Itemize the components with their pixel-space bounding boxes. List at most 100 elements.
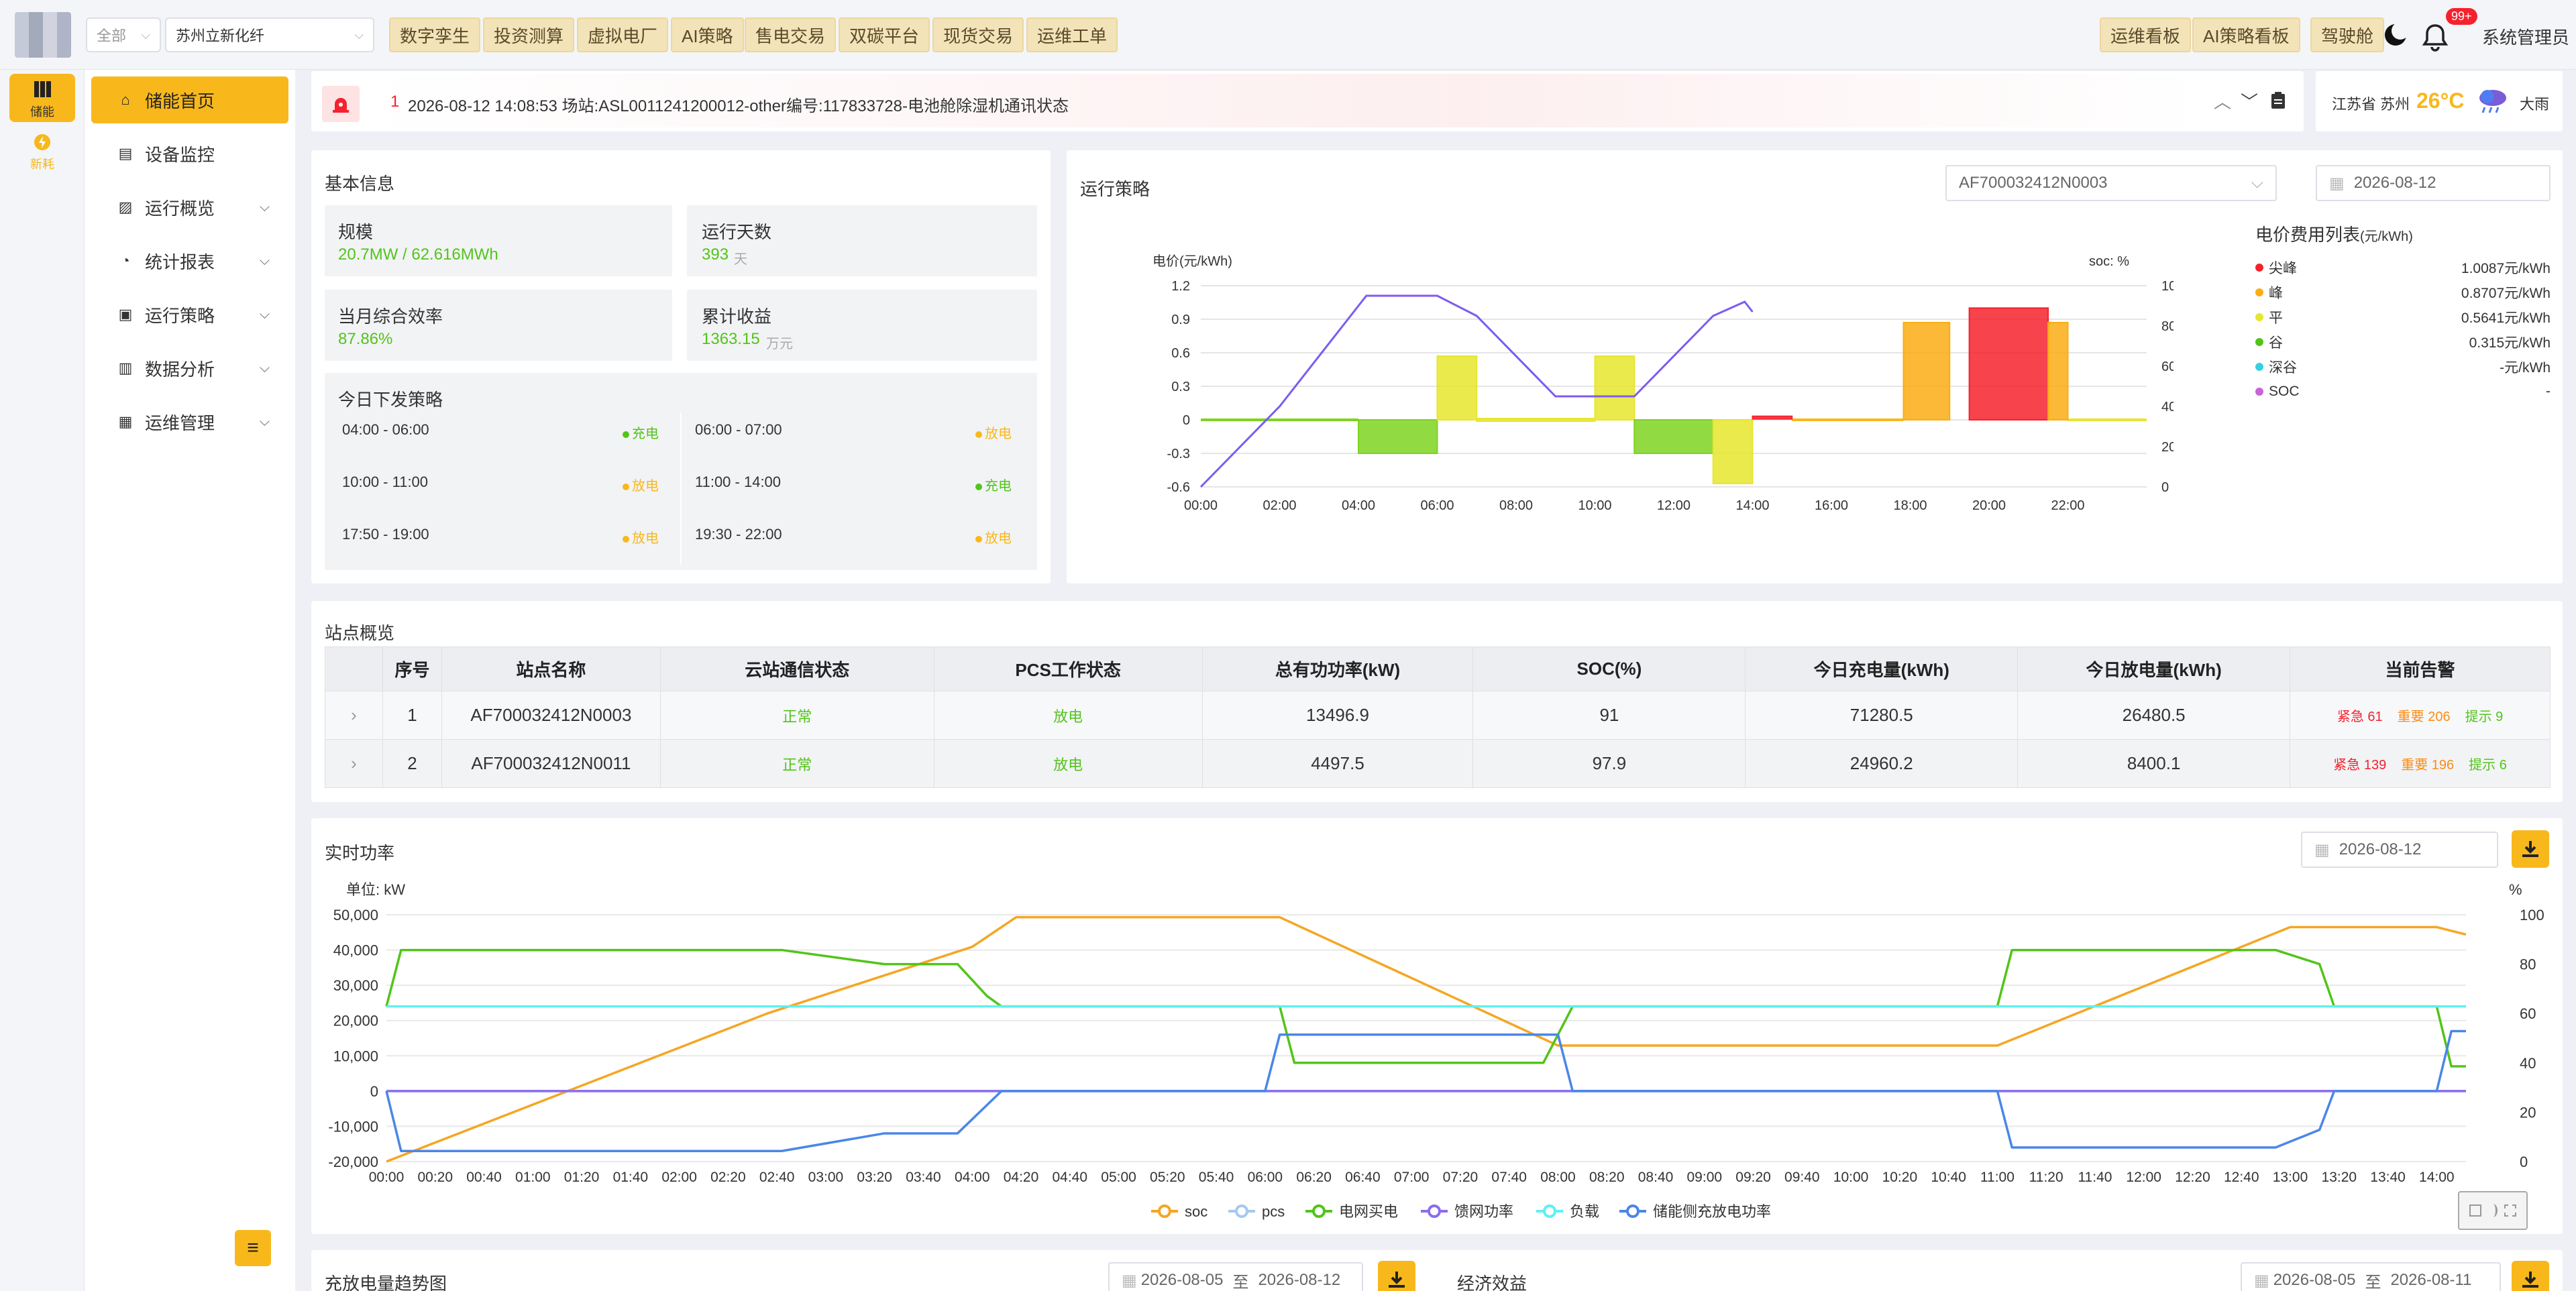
nav-button[interactable]: 售电交易	[745, 17, 837, 52]
x-tick-label: 13:00	[2273, 1170, 2308, 1185]
price-legend-item[interactable]: 谷 0.315元/kWh	[2255, 332, 2551, 352]
nav-button[interactable]: 投资测算	[483, 17, 575, 52]
nav-right-button[interactable]: 运维看板	[2100, 17, 2192, 52]
sidebar-item[interactable]: ◔ 统计报表 ⌵	[91, 237, 288, 284]
strategy-mode-label: 放电	[985, 531, 1012, 546]
expand-row-icon[interactable]: ›	[325, 691, 383, 740]
monitor-icon: ▤	[118, 145, 133, 162]
table-header-cell: SOC(%)	[1472, 647, 1746, 691]
economic-download-button[interactable]	[2512, 1261, 2549, 1291]
y-axis-label: 电价(元/kWh)	[1152, 254, 1232, 269]
scale-label: 规模	[338, 222, 374, 242]
basic-info-title: 基本信息	[325, 174, 395, 194]
company-select[interactable]: 苏州立新化纤 ⌵	[165, 17, 374, 52]
pie-icon: ◔	[121, 252, 130, 269]
chevron-down-icon[interactable]: ﹀	[2241, 89, 2258, 113]
nav-right-button[interactable]: AI策略看板	[2192, 17, 2300, 52]
x-tick-label: 11:40	[2078, 1170, 2112, 1185]
trend-date-range[interactable]: ▦ 2026-08-05 至 2026-08-12	[1108, 1262, 1363, 1291]
legend-label: 电网买电	[1339, 1203, 1398, 1220]
table-cell-no: 1	[382, 691, 442, 740]
table-header-cell: 今日放电量(kWh)	[2017, 647, 2291, 691]
strategy-mode-label: 放电	[632, 479, 659, 494]
economic-date-to: 2026-08-11	[2390, 1271, 2472, 1289]
price-legend-name: SOC	[2269, 384, 2300, 399]
alert-message[interactable]: 2026-08-12 14:08:53 场站:ASL0011241200012-…	[408, 93, 1069, 116]
price-legend-item[interactable]: 峰 0.8707元/kWh	[2255, 282, 2551, 302]
y2-tick-label: 40	[2161, 400, 2174, 414]
price-legend-value: 0.315元/kWh	[2469, 335, 2551, 351]
sidebar-item[interactable]: ▤ 设备监控	[91, 130, 288, 177]
notification-badge: 99+	[2446, 8, 2477, 25]
y-tick-label: -0.6	[1167, 480, 1190, 495]
strategy-time: 11:00 - 14:00	[695, 473, 782, 490]
price-legend-item[interactable]: 尖峰 1.0087元/kWh	[2255, 258, 2551, 278]
strategy-time: 06:00 - 07:00	[695, 421, 782, 438]
x-tick-label: 05:20	[1150, 1170, 1185, 1185]
status-dot-icon	[623, 535, 629, 543]
alarm-summary-cell[interactable]: 紧急 61 重要 206 提示 9	[2290, 691, 2551, 740]
price-legend-item[interactable]: 平 0.5641元/kWh	[2255, 307, 2551, 327]
x-tick-label: 07:00	[1394, 1170, 1430, 1185]
strategy-mode-label: 放电	[985, 427, 1012, 441]
rail-storage-button[interactable]: 储能	[9, 74, 75, 122]
nav-right-button[interactable]: 驾驶舱	[2310, 17, 2385, 52]
x-tick-label: 06:00	[1248, 1170, 1283, 1185]
price-legend-item[interactable]: 深谷 -元/kWh	[2255, 357, 2551, 377]
x-tick-label: 09:00	[1687, 1170, 1723, 1185]
table-cell-charge: 71280.5	[1745, 691, 2019, 740]
realtime-date-picker[interactable]: ▦ 2026-08-12	[2301, 832, 2498, 868]
strategy-date-value: 2026-08-12	[2353, 174, 2436, 192]
sidebar-item[interactable]: ▥ 数据分析 ⌵	[91, 345, 288, 392]
clipboard-icon[interactable]	[2270, 91, 2286, 113]
rail-energy-button[interactable]: 新耗	[9, 133, 75, 181]
menu-toggle-button[interactable]: ≡	[235, 1230, 271, 1266]
price-legend-item[interactable]: SOC -	[2255, 382, 2551, 402]
station-select[interactable]: AF700032412N0003 ⌵	[1945, 165, 2277, 201]
nav-button[interactable]: AI策略	[671, 17, 744, 52]
sidebar-item[interactable]: ⌂ 储能首页	[91, 76, 288, 123]
x-tick-label: 09:20	[1735, 1170, 1771, 1185]
nav-button[interactable]: 运维工单	[1026, 17, 1118, 52]
notification-button[interactable]: 99+	[2420, 8, 2477, 54]
user-name[interactable]: 系统管理员	[2482, 24, 2569, 49]
economic-date-sep: 至	[2365, 1273, 2381, 1291]
x-tick-label: 05:00	[1101, 1170, 1136, 1185]
y-tick-label: 0.6	[1171, 346, 1190, 361]
x-tick-label: 13:40	[2370, 1170, 2406, 1185]
sidebar-item[interactable]: ▨ 运行概览 ⌵	[91, 184, 288, 231]
realtime-power-chart: 单位: kW % 50,000 40,000 30,000 20,000 10,000 0 -1…	[328, 881, 2544, 1220]
legend-marker-icon	[1543, 1204, 1556, 1218]
efficiency-label: 当月综合效率	[338, 306, 443, 327]
nav-button[interactable]: 数字孪生	[389, 17, 481, 52]
x-tick-label: 10:40	[1931, 1170, 1966, 1185]
important-alarm-count: 重要 196	[2401, 758, 2455, 773]
sidebar-item[interactable]: ▣ 运行策略 ⌵	[91, 291, 288, 338]
strategy-date-picker[interactable]: ▦ 2026-08-12	[2316, 165, 2551, 201]
calendar-icon: ▦	[2329, 174, 2345, 192]
nav-button[interactable]: 现货交易	[932, 17, 1024, 52]
x-tick-label: 03:40	[906, 1170, 941, 1185]
table-cell-pcs: 放电	[933, 691, 1203, 740]
table-row[interactable]: › 1 AF700032412N0003 正常 放电 13496.9 91 71280.5 26…	[325, 691, 2551, 740]
realtime-download-button[interactable]	[2512, 830, 2549, 868]
chevron-up-icon[interactable]: ︿	[2214, 89, 2231, 113]
legend-item: 馈网功率	[1421, 1203, 1513, 1220]
stations-title: 站点概览	[325, 623, 395, 643]
hint-alarm-count: 提示 6	[2469, 758, 2507, 773]
nav-button[interactable]: 虚拟电厂	[577, 17, 669, 52]
y2-tick-label: 20	[2520, 1104, 2536, 1121]
x-tick-label: 05:40	[1199, 1170, 1234, 1185]
y2-axis-unit-label: %	[2509, 881, 2522, 898]
trend-download-button[interactable]	[1378, 1261, 1415, 1291]
strategy-mode: 放电	[975, 527, 1012, 547]
nav-button[interactable]: 双碳平台	[839, 17, 930, 52]
economic-date-range[interactable]: ▦ 2026-08-05 至 2026-08-11	[2241, 1262, 2501, 1291]
theme-toggle[interactable]	[2380, 17, 2411, 52]
alarm-summary-cell[interactable]: 紧急 139 重要 196 提示 6	[2290, 739, 2551, 788]
table-row[interactable]: › 2 AF700032412N0011 正常 放电 4497.5 97.9 24960.2 8…	[325, 739, 2551, 788]
region-select[interactable]: 全部 ⌵	[86, 17, 161, 52]
sidebar-item[interactable]: ▦ 运维管理 ⌵	[91, 398, 288, 445]
y-tick-label: 0.9	[1171, 313, 1190, 327]
expand-row-icon[interactable]: ›	[325, 739, 383, 788]
